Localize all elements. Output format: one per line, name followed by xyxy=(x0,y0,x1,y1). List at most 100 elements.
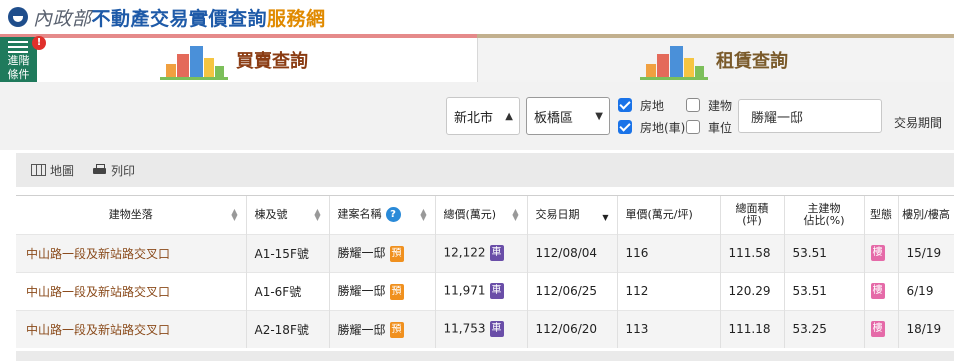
site-title-main: 不動產交易實價查詢 xyxy=(91,8,268,30)
cell-main-building-ratio: 53.51 xyxy=(784,233,865,272)
tab-buy-label: 買賣查詢 xyxy=(236,51,308,72)
help-icon[interactable]: ? xyxy=(385,207,401,223)
tab-rent-label: 租賃查詢 xyxy=(716,51,788,72)
city-select[interactable]: 新北市 ▲︎ xyxy=(446,97,520,135)
cell-project: 勝耀一邸預 xyxy=(329,233,436,272)
district-select[interactable]: 板橋區 ▼ xyxy=(526,97,610,135)
column-header-unit-price[interactable]: 單價(萬元/坪) xyxy=(617,196,721,234)
city-buildings-icon xyxy=(160,40,228,80)
cell-floor: 18/19 xyxy=(898,309,954,348)
map-button-label: 地圖 xyxy=(50,163,75,178)
column-header-project[interactable]: 建案名稱? ▲ ▼ xyxy=(329,196,436,234)
sort-icon[interactable]: ▲ ▼ xyxy=(420,208,426,222)
column-header-unit[interactable]: 棟及號 ▲ ▼ xyxy=(246,196,330,234)
presale-tag-icon: 預 xyxy=(389,283,404,300)
sliders-icon xyxy=(8,41,28,53)
column-header-total-price[interactable]: 總價(萬元) ▲ ▼ xyxy=(435,196,528,234)
checkbox-house-land-parking[interactable] xyxy=(618,120,632,134)
updown-arrow-icon: ▲︎ xyxy=(505,110,513,122)
cell-total-area: 111.18 xyxy=(720,309,785,348)
cell-total-area: 111.58 xyxy=(720,233,785,272)
result-toolbar xyxy=(16,153,954,187)
print-button-label: 列印 xyxy=(111,163,136,178)
project-keyword-value: 勝耀一邸 xyxy=(751,110,804,126)
ministry-logo-icon[interactable] xyxy=(8,7,28,27)
column-header-trade-date[interactable]: 交易日期 ▼ xyxy=(527,196,618,234)
building-type-tag-icon: 樓 xyxy=(870,245,885,261)
cell-address[interactable]: 中山路一段及新站路交叉口 xyxy=(16,271,247,310)
ministry-name: 內政部 xyxy=(33,8,92,30)
site-title[interactable]: 內政部不動產交易實價查詢服務網 xyxy=(33,4,326,31)
cell-floor: 15/19 xyxy=(898,233,954,272)
trade-period-label[interactable]: 交易期間 xyxy=(894,114,942,131)
checkbox-building[interactable] xyxy=(686,98,700,112)
presale-tag-icon: 預 xyxy=(389,322,404,338)
cell-trade-date: 112/06/25 xyxy=(527,271,618,310)
cell-unit-price: 112 xyxy=(617,271,721,310)
cell-project: 勝耀一邸預 xyxy=(329,309,436,348)
print-button[interactable]: 列印 xyxy=(93,161,135,179)
column-header-floor[interactable]: 樓別/樓高 xyxy=(898,196,954,234)
district-select-value: 板橋區 xyxy=(534,110,574,126)
project-keyword-input[interactable]: 勝耀一邸 xyxy=(738,99,882,133)
table-row[interactable]: 中山路一段及新站路交叉口 A2-18F號 勝耀一邸預 11,753 車 112/0… xyxy=(16,309,954,348)
cell-main-building-ratio: 53.25 xyxy=(784,309,865,348)
cell-unit: A2-18F號 xyxy=(246,309,330,348)
checkbox-parking[interactable] xyxy=(686,120,700,134)
cell-address[interactable]: 中山路一段及新站路交叉口 xyxy=(16,233,247,272)
cell-floor: 6/19 xyxy=(898,271,954,310)
query-tabs: 買賣查詢 租賃查詢 xyxy=(0,34,954,82)
city-buildings-icon xyxy=(640,40,708,80)
results-table: 建物坐落 ▲ ▼ 棟及號 ▲ ▼ 建案名稱? ▲ ▼ 總價(萬元) ▲ ▼ 交易日期 xyxy=(16,196,954,348)
column-header-total-area[interactable]: 總面積 (坪) xyxy=(720,196,785,234)
cell-unit-price: 113 xyxy=(617,309,721,348)
checkbox-house-land[interactable] xyxy=(618,98,632,112)
checkbox-house-land-label: 房地 xyxy=(640,99,665,113)
cell-trade-date: 112/06/20 xyxy=(527,309,618,348)
cell-address[interactable]: 中山路一段及新站路交叉口 xyxy=(16,309,247,348)
table-row[interactable]: 中山路一段及新站路交叉口 A1-6F號 勝耀一邸預 11,971 車 112/06… xyxy=(16,271,954,310)
table-footer-bar xyxy=(16,351,954,361)
building-type-tag-icon: 樓 xyxy=(870,283,885,299)
table-row[interactable]: 中山路一段及新站路交叉口 A1-15F號 勝耀一邸預 12,122 車 112/0… xyxy=(16,233,954,272)
site-header: 內政部不動產交易實價查詢服務網 xyxy=(0,0,954,34)
chevron-down-icon: ▼ xyxy=(595,110,603,122)
checkbox-parking-label: 車位 xyxy=(708,121,733,135)
parking-tag-icon[interactable]: 車 xyxy=(489,283,504,299)
cell-unit: A1-6F號 xyxy=(246,271,330,310)
presale-tag-icon: 預 xyxy=(389,245,404,262)
map-button[interactable]: 地圖 xyxy=(31,161,74,179)
tab-buy-query[interactable]: 買賣查詢 xyxy=(160,38,308,82)
advanced-filter-label: 進階 條件 xyxy=(7,54,30,81)
tab-divider xyxy=(477,38,478,82)
sort-icon[interactable]: ▲ ▼ xyxy=(314,208,320,222)
checkbox-house-land-parking-label: 房地(車) xyxy=(640,121,686,135)
tab-rent-query[interactable]: 租賃查詢 xyxy=(640,38,788,82)
parking-tag-icon[interactable]: 車 xyxy=(489,321,504,338)
cell-unit-price: 116 xyxy=(617,233,721,272)
sort-icon[interactable]: ▲ ▼ xyxy=(512,208,518,222)
printer-icon xyxy=(93,164,106,176)
column-header-address[interactable]: 建物坐落 ▲ ▼ xyxy=(16,196,247,234)
parking-tag-icon[interactable]: 車 xyxy=(489,245,504,261)
cell-main-building-ratio: 53.51 xyxy=(784,271,865,310)
building-type-tag-icon: 樓 xyxy=(870,321,885,338)
cell-type: 樓 xyxy=(864,309,899,348)
checkbox-building-label: 建物 xyxy=(708,99,733,113)
cell-total-price: 11,971 車 xyxy=(435,271,528,310)
column-header-type[interactable]: 型態 xyxy=(864,196,899,234)
cell-total-price: 11,753 車 xyxy=(435,309,528,348)
sort-descending-icon[interactable]: ▼ xyxy=(602,212,608,224)
cell-type: 樓 xyxy=(864,233,899,272)
cell-trade-date: 112/08/04 xyxy=(527,233,618,272)
alert-badge-icon: ! xyxy=(32,36,46,50)
sort-icon[interactable]: ▲ ▼ xyxy=(231,208,237,222)
cell-unit: A1-15F號 xyxy=(246,233,330,272)
cell-total-price: 12,122 車 xyxy=(435,233,528,272)
results-table-container: 建物坐落 ▲ ▼ 棟及號 ▲ ▼ 建案名稱? ▲ ▼ 總價(萬元) ▲ ▼ 交易日期 xyxy=(16,195,954,361)
table-header-row: 建物坐落 ▲ ▼ 棟及號 ▲ ▼ 建案名稱? ▲ ▼ 總價(萬元) ▲ ▼ 交易日期 xyxy=(16,196,954,234)
cell-total-area: 120.29 xyxy=(720,271,785,310)
site-title-suffix: 服務網 xyxy=(267,8,326,30)
city-select-value: 新北市 xyxy=(454,110,494,126)
column-header-main-building-ratio[interactable]: 主建物 佔比(%) xyxy=(784,196,865,234)
